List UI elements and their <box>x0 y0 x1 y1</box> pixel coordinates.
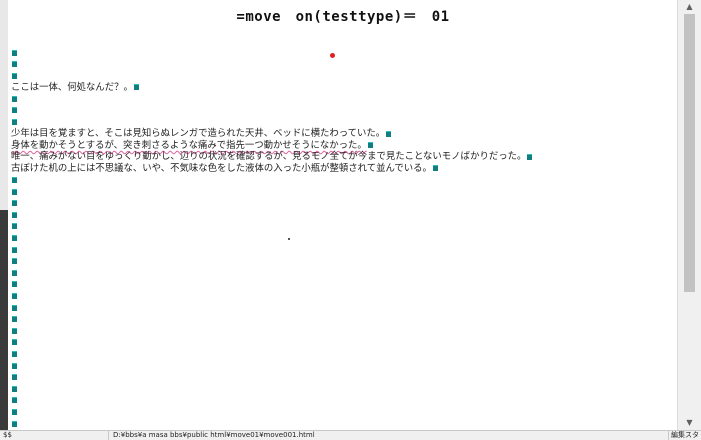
text-line[interactable] <box>11 360 671 372</box>
line-end-mark-icon <box>12 61 17 68</box>
line-end-mark-icon <box>12 327 17 334</box>
left-window-edge <box>0 0 8 430</box>
text-line[interactable] <box>11 337 671 349</box>
text-line[interactable] <box>11 383 671 395</box>
text-line[interactable] <box>11 267 671 279</box>
line-end-mark-icon <box>367 142 373 149</box>
text-line[interactable] <box>11 233 671 245</box>
line-end-mark-icon <box>386 130 392 137</box>
line-end-mark-icon <box>12 177 17 184</box>
line-end-mark-icon <box>12 107 17 114</box>
line-end-mark-icon <box>527 153 533 160</box>
text-line[interactable] <box>11 325 671 337</box>
line-end-mark-icon <box>12 374 17 381</box>
line-end-mark-icon <box>12 362 17 369</box>
text-editor-area[interactable]: =move on(testtype)＝ 01 ここは一体、何処なんだ？。少年は目… <box>8 0 678 430</box>
line-end-mark-icon <box>12 223 17 230</box>
text-line[interactable] <box>11 105 671 117</box>
text-line[interactable]: 身体を動かそうとするが、突き刺さるような痛みで指先一つ動かせそうになかった。 <box>11 140 671 152</box>
line-text: 古ぼけた机の上には不思議な、いや、不気味な色をした液体の入った小瓶が整頓されて並… <box>11 162 432 174</box>
line-end-mark-icon <box>12 235 17 241</box>
line-end-mark-icon <box>12 95 17 102</box>
scroll-down-arrow-icon[interactable]: ▼ <box>678 416 701 430</box>
document-title: =move on(testtype)＝ 01 <box>236 9 450 25</box>
line-text: 少年は目を覚ますと、そこは見知らぬレンガで造られた天井、ベッドに横たわっていた。 <box>11 128 386 140</box>
scrollbar-thumb[interactable] <box>684 14 695 292</box>
text-line[interactable] <box>11 221 671 233</box>
text-line[interactable] <box>11 290 671 302</box>
text-line[interactable] <box>11 302 671 314</box>
line-end-mark-icon <box>12 49 17 56</box>
text-line[interactable] <box>11 209 671 221</box>
text-line[interactable]: ここは一体、何処なんだ？。 <box>11 82 671 94</box>
text-line[interactable]: 少年は目を覚ますと、そこは見知らぬレンガで造られた天井、ベッドに横たわっていた。 <box>11 128 671 140</box>
line-end-mark-icon <box>12 420 17 427</box>
line-end-mark-icon <box>12 200 17 207</box>
text-line[interactable]: 唯一、痛みがない目をゆっくり動かし、辺りの状況を確認するが、見るモノ全てが今まで… <box>11 151 671 163</box>
line-end-mark-icon <box>12 269 17 276</box>
text-line[interactable] <box>11 395 671 407</box>
text-line[interactable] <box>11 372 671 384</box>
text-line[interactable] <box>11 93 671 105</box>
text-line[interactable] <box>11 59 671 71</box>
line-text: 身体を動かそうとするが、突き刺さるような痛みで指先一つ動かせそうになかった。 <box>11 139 367 151</box>
vertical-scrollbar[interactable]: ▲ ▼ <box>677 0 701 430</box>
line-end-mark-icon <box>12 211 17 218</box>
line-end-mark-icon <box>133 84 139 91</box>
line-text: 唯一、痛みがない目をゆっくり動かし、辺りの状況を確認するが、見るモノ全てが今まで… <box>11 151 527 163</box>
line-end-mark-icon <box>432 165 438 172</box>
line-end-mark-icon <box>12 72 17 79</box>
line-end-mark-icon <box>12 350 17 357</box>
line-end-mark-icon <box>12 385 17 392</box>
text-line[interactable] <box>11 348 671 360</box>
text-lines[interactable]: ここは一体、何処なんだ？。少年は目を覚ますと、そこは見知らぬレンガで造られた天井… <box>11 47 671 430</box>
line-end-mark-icon <box>12 246 17 253</box>
line-end-mark-icon <box>12 316 17 323</box>
line-end-mark-icon <box>12 408 17 415</box>
text-line[interactable]: 古ぼけた机の上には不思議な、いや、不気味な色をした液体の入った小瓶が整頓されて並… <box>11 163 671 175</box>
text-line[interactable] <box>11 186 671 198</box>
text-line[interactable] <box>11 406 671 418</box>
line-end-mark-icon <box>12 397 17 404</box>
line-end-mark-icon <box>12 281 17 288</box>
text-line[interactable] <box>11 175 671 187</box>
line-text: ここは一体、何処なんだ？。 <box>11 81 133 93</box>
text-line[interactable] <box>11 256 671 268</box>
text-line[interactable] <box>11 279 671 291</box>
line-end-mark-icon <box>12 339 17 346</box>
line-end-mark-icon <box>12 292 17 299</box>
line-end-mark-icon <box>12 258 17 265</box>
text-line[interactable] <box>11 418 671 430</box>
line-end-mark-icon <box>12 304 17 311</box>
line-end-mark-icon <box>12 188 17 195</box>
text-line[interactable] <box>11 198 671 210</box>
text-line[interactable] <box>11 314 671 326</box>
text-line[interactable] <box>11 47 671 59</box>
scroll-up-arrow-icon[interactable]: ▲ <box>678 0 701 14</box>
text-line[interactable] <box>11 244 671 256</box>
text-line[interactable] <box>11 117 671 129</box>
line-end-mark-icon <box>12 119 17 126</box>
text-line[interactable] <box>11 70 671 82</box>
